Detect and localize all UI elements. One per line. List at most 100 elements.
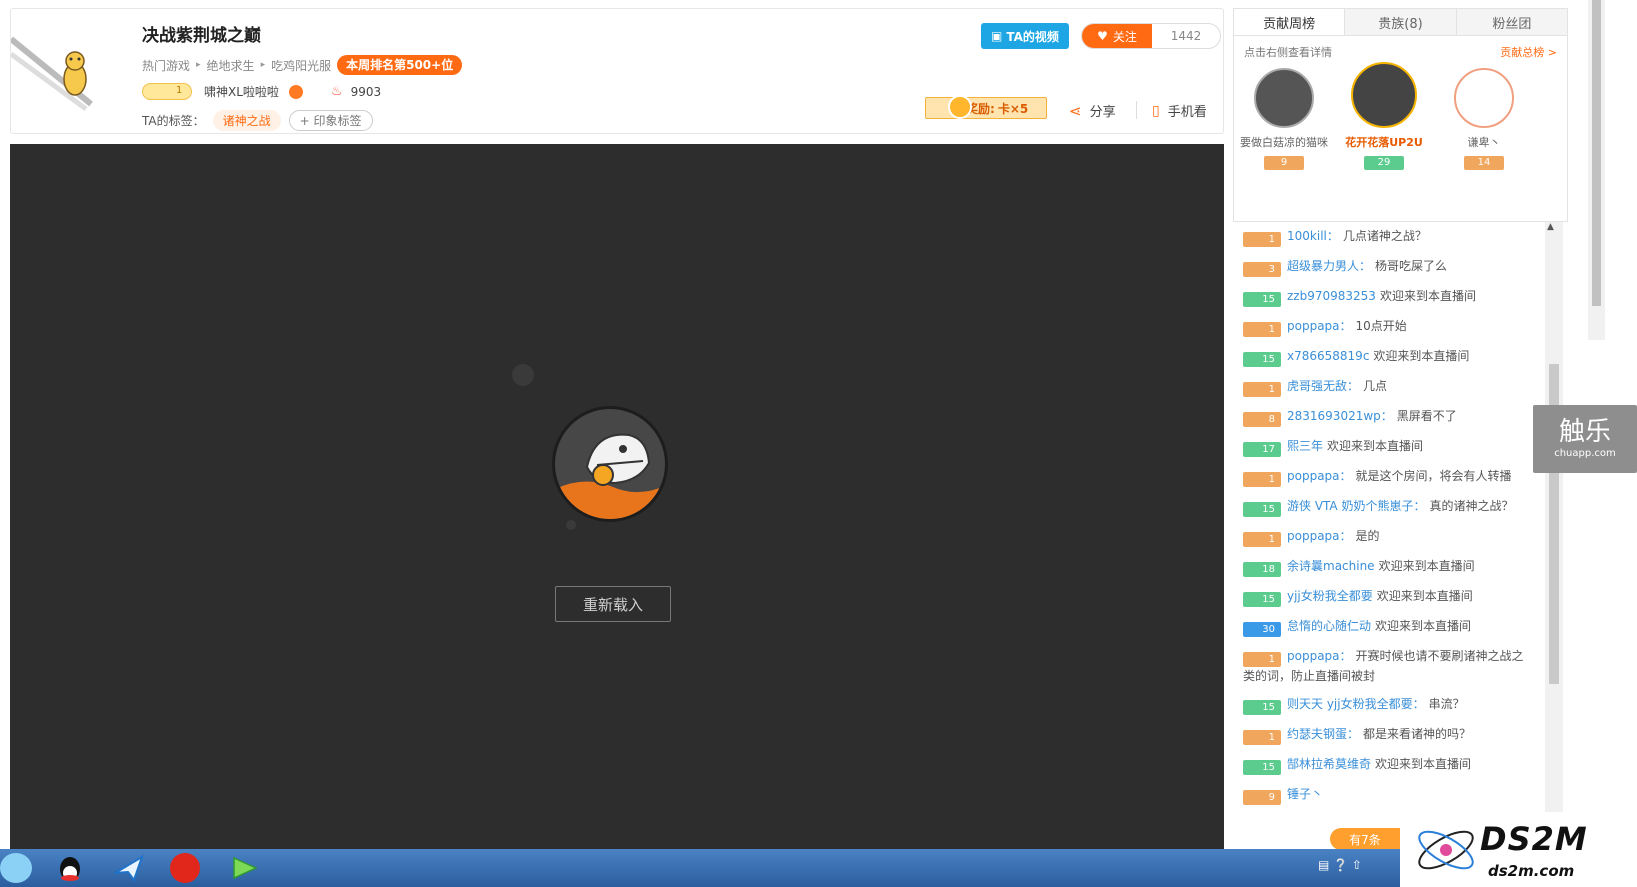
chat-username[interactable]: 熙三年	[1287, 439, 1323, 453]
host-info-row: 1 啸神XL啦啦啦 ♨ 9903	[142, 83, 381, 100]
user-level-badge: 15	[1243, 352, 1281, 367]
chat-text: 欢迎来到本直播间	[1375, 757, 1472, 771]
qq-icon[interactable]	[54, 853, 86, 883]
loading-dot	[566, 520, 576, 530]
chat-message: 1 poppapa： 10点开始	[1233, 312, 1545, 342]
user-level-badge: 1	[1243, 532, 1281, 547]
avatar	[1351, 62, 1417, 128]
tab-weekly-contribution[interactable]: 贡献周榜	[1234, 9, 1346, 35]
chat-username[interactable]: 游侠 VTA 奶奶个熊崽子：	[1287, 499, 1425, 513]
tag-item[interactable]: 诸神之战	[212, 110, 281, 131]
weekly-rank-badge[interactable]: 本周排名第500+位	[337, 55, 463, 75]
chat-username[interactable]: 则天天 yjj女粉我全都要：	[1287, 697, 1425, 711]
user-level-badge: 18	[1243, 562, 1281, 577]
chat-username[interactable]: poppapa：	[1287, 319, 1352, 333]
system-tray-icon[interactable]: ▤ ❔ ⇧	[1318, 858, 1362, 872]
ta-video-button[interactable]: ▣ TA的视频	[981, 23, 1069, 49]
phone-watch-button[interactable]: ▯ 手机看	[1152, 101, 1207, 121]
tab-nobility[interactable]: 贵族(8)	[1345, 9, 1457, 35]
heart-icon: ♥	[1097, 29, 1108, 43]
new-messages-indicator[interactable]: 有7条	[1330, 828, 1400, 850]
breadcrumb-arrow-icon: ▸	[260, 60, 266, 70]
scroll-up-arrow-icon[interactable]: ▲	[1547, 222, 1554, 232]
video-player-icon[interactable]	[228, 853, 260, 883]
chat-username[interactable]: poppapa：	[1287, 529, 1352, 543]
chuapp-logo-text: 触乐	[1558, 417, 1611, 447]
page-scrollbar[interactable]	[1588, 0, 1605, 340]
start-button-icon[interactable]	[0, 853, 32, 883]
chat-text: 欢迎来到本直播间	[1378, 559, 1475, 573]
chat-username[interactable]: 超级暴力男人：	[1287, 259, 1371, 273]
breadcrumb-item-hot-games[interactable]: 热门游戏	[142, 57, 190, 74]
chat-username[interactable]: 郜林拉希莫维奇	[1287, 757, 1371, 771]
user-level-badge: 1	[1243, 322, 1281, 337]
add-tag-button[interactable]: + 印象标签	[288, 110, 373, 131]
coin-icon	[948, 95, 972, 119]
chat-username[interactable]: 怠惰的心随仁动	[1287, 619, 1371, 633]
chat-username[interactable]: zzb970983253	[1287, 289, 1376, 303]
chat-username[interactable]: 2831693021wp：	[1287, 409, 1393, 423]
follow-button[interactable]: ♥ 关注	[1082, 24, 1152, 48]
chat-text: 欢迎来到本直播间	[1376, 589, 1473, 603]
user-level-badge: 8	[1243, 412, 1281, 427]
chat-message: 18 余诗曩machine 欢迎来到本直播间	[1233, 552, 1545, 582]
tag-row: TA的标签： 诸神之战 + 印象标签	[142, 110, 373, 131]
netease-music-icon[interactable]	[170, 853, 200, 883]
user-level-badge: 17	[1243, 442, 1281, 457]
shark-logo-icon	[552, 406, 668, 522]
streamer-avatar[interactable]	[11, 9, 143, 135]
ds2m-watermark: DS2M ds2m.com	[1400, 812, 1637, 887]
message-icon[interactable]	[288, 84, 303, 99]
tab-fan-club[interactable]: 粉丝团	[1457, 9, 1567, 35]
breadcrumb-item-server[interactable]: 吃鸡阳光服	[271, 57, 331, 74]
rank-2-user[interactable]: 要做白菇凉的猫咪 9	[1234, 68, 1334, 170]
video-player[interactable]: 重新载入	[10, 144, 1224, 849]
chat-text: 欢迎来到本直播间	[1375, 619, 1472, 633]
chat-text: 欢迎来到本直播间	[1373, 349, 1470, 363]
chat-username[interactable]: poppapa：	[1287, 649, 1352, 663]
total-ranking-link[interactable]: 贡献总榜 >	[1500, 44, 1557, 60]
chuapp-url: chuapp.com	[1554, 448, 1616, 459]
user-level-badge: 30	[1243, 622, 1281, 637]
share-label: 分享	[1089, 105, 1116, 120]
ds2m-url: ds2m.com	[1488, 862, 1575, 880]
chat-message: 1 poppapa： 是的	[1233, 522, 1545, 552]
chat-username[interactable]: 锤子丶	[1287, 787, 1323, 801]
chat-message: 15 游侠 VTA 奶奶个熊崽子： 真的诸神之战？	[1233, 492, 1545, 522]
page-scrollbar-thumb[interactable]	[1592, 0, 1601, 306]
chat-message: 1 poppapa： 就是这个房间，将会有人转播	[1233, 462, 1545, 492]
chat-username[interactable]: x786658819c	[1287, 349, 1369, 363]
rank-user-level: 29	[1364, 156, 1404, 170]
chat-username[interactable]: 虎哥强无敌：	[1287, 379, 1359, 393]
chat-text: 几点	[1363, 379, 1388, 393]
avatar	[1254, 68, 1314, 128]
chat-text: 是的	[1355, 529, 1380, 543]
loading-dot	[512, 364, 534, 386]
breadcrumb-arrow-icon: ▸	[196, 60, 201, 70]
tags-label: TA的标签：	[142, 114, 205, 128]
user-level-badge: 1	[1243, 232, 1281, 247]
host-level-badge: 1	[142, 83, 192, 100]
breadcrumb-item-pubg[interactable]: 绝地求生	[207, 57, 255, 74]
ds2m-title: DS2M	[1480, 820, 1588, 858]
share-button[interactable]: ⋖ 分享	[1069, 101, 1116, 121]
chat-username[interactable]: 余诗曩machine	[1287, 559, 1375, 573]
host-name[interactable]: 啸神XL啦啦啦	[204, 83, 279, 100]
chat-username[interactable]: 约瑟夫钢蛋：	[1287, 727, 1359, 741]
rank-user-name: 花开花落UP2U	[1345, 136, 1423, 149]
chat-message: 15 yjj女粉我全都要 欢迎来到本直播间	[1233, 582, 1545, 612]
chat-message: 8 2831693021wp： 黑屏看不了	[1233, 402, 1545, 432]
live-stream-page: 决战紫荆城之巅 热门游戏 ▸ 绝地求生 ▸ 吃鸡阳光服 本周排名第500+位 1…	[0, 0, 1637, 887]
chat-username[interactable]: 100kill：	[1287, 229, 1339, 243]
chat-list[interactable]: 1 100kill： 几点诸神之战？ 3 超级暴力男人： 杨哥吃屎了么 15 zzb97098…	[1233, 222, 1545, 848]
chat-username[interactable]: poppapa：	[1287, 469, 1352, 483]
reload-button[interactable]: 重新载入	[555, 586, 671, 622]
chat-message: 17 熙三年 欢迎来到本直播间	[1233, 432, 1545, 462]
feiq-bird-icon[interactable]	[112, 853, 144, 883]
rank-1-user[interactable]: 花开花落UP2U 29	[1334, 62, 1434, 170]
rank-3-user[interactable]: 谦卑丶 14	[1434, 68, 1534, 170]
reward-badge[interactable]: 奖励: 卡×5	[925, 95, 1047, 119]
avatar	[1454, 68, 1514, 128]
host-level-value: 1	[176, 85, 183, 96]
chat-username[interactable]: yjj女粉我全都要	[1287, 589, 1373, 603]
